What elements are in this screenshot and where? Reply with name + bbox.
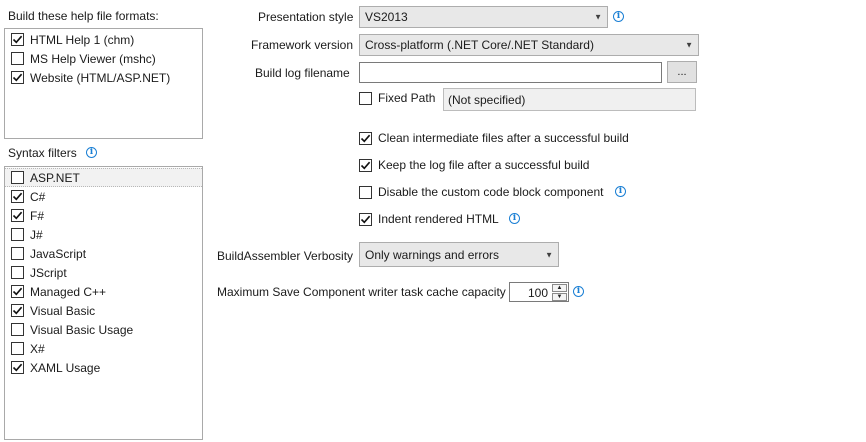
syntax-filter-item-label: J# <box>30 227 43 242</box>
formats-list[interactable]: HTML Help 1 (chm) MS Help Viewer (mshc) We… <box>4 28 203 139</box>
info-icon[interactable]: i <box>615 186 626 197</box>
checkbox-box[interactable] <box>11 71 24 84</box>
info-icon[interactable]: i <box>573 286 584 297</box>
presentation-style-label: Presentation style <box>258 10 354 24</box>
syntax-filter-item-label: X# <box>30 341 45 356</box>
spin-down-icon[interactable]: ▼ <box>552 293 567 301</box>
checkbox-box[interactable] <box>359 185 372 199</box>
fixed-path-value: (Not specified) <box>448 92 526 107</box>
syntax-filters-label: Syntax filters <box>8 146 77 160</box>
fixed-path-field: (Not specified) <box>443 88 696 111</box>
syntax-filter-item-label: Visual Basic <box>30 303 96 318</box>
checkbox-box[interactable] <box>359 131 372 145</box>
syntax-filters-list[interactable]: ASP.NET C# F# J# JavaScript JScript Managed C+… <box>4 166 203 440</box>
framework-version-label: Framework version <box>251 38 354 52</box>
syntax-filter-item[interactable]: ASP.NET <box>5 168 202 187</box>
verbosity-label: BuildAssembler Verbosity <box>217 249 354 263</box>
info-icon[interactable]: i <box>613 11 624 22</box>
info-icon[interactable]: i <box>509 213 520 224</box>
syntax-filter-item[interactable]: C# <box>5 187 202 206</box>
option-checkbox[interactable]: Keep the log file after a successful bui… <box>359 157 589 173</box>
format-item[interactable]: HTML Help 1 (chm) <box>5 30 202 49</box>
format-item-label: MS Help Viewer (mshc) <box>30 51 156 66</box>
syntax-filter-item-label: JScript <box>30 265 67 280</box>
checkbox-box[interactable] <box>11 171 24 184</box>
syntax-filter-item-label: XAML Usage <box>30 360 101 375</box>
syntax-filter-item[interactable]: Managed C++ <box>5 282 202 301</box>
syntax-filter-item[interactable]: XAML Usage <box>5 358 202 377</box>
checkbox-box[interactable] <box>359 158 372 172</box>
framework-version-select[interactable]: Cross-platform (.NET Core/.NET Standard)… <box>359 34 699 56</box>
checkbox-box[interactable] <box>11 247 24 260</box>
syntax-filter-item-label: C# <box>30 189 46 204</box>
syntax-filter-item[interactable]: J# <box>5 225 202 244</box>
browse-button[interactable]: ... <box>667 61 697 83</box>
option-label: Keep the log file after a successful bui… <box>378 158 590 172</box>
framework-version-value: Cross-platform (.NET Core/.NET Standard) <box>365 38 594 52</box>
build-log-input[interactable] <box>359 62 662 83</box>
presentation-style-select[interactable]: VS2013 ▼ <box>359 6 608 28</box>
syntax-filter-item-label: Managed C++ <box>30 284 107 299</box>
fixed-path-label: Fixed Path <box>378 91 436 105</box>
checkbox-box[interactable] <box>11 209 24 222</box>
option-label: Disable the custom code block component <box>378 185 604 199</box>
option-checkbox[interactable]: Indent rendered HTML <box>359 211 499 227</box>
checkbox-box[interactable] <box>11 33 24 46</box>
cache-capacity-stepper[interactable]: 100 ▲ ▼ <box>509 282 569 302</box>
format-item-label: Website (HTML/ASP.NET) <box>30 70 171 85</box>
syntax-filter-item[interactable]: X# <box>5 339 202 358</box>
syntax-filter-item-label: JavaScript <box>30 246 87 261</box>
format-item[interactable]: Website (HTML/ASP.NET) <box>5 68 202 87</box>
fixed-path-checkbox[interactable]: Fixed Path <box>359 90 435 106</box>
checkbox-box[interactable] <box>11 285 24 298</box>
syntax-filter-item[interactable]: F# <box>5 206 202 225</box>
checkbox-box[interactable] <box>11 323 24 336</box>
syntax-filter-item-label: Visual Basic Usage <box>30 322 134 337</box>
format-item[interactable]: MS Help Viewer (mshc) <box>5 49 202 68</box>
chevron-down-icon: ▼ <box>594 12 602 22</box>
verbosity-value: Only warnings and errors <box>365 247 500 262</box>
formats-label: Build these help file formats: <box>8 9 159 23</box>
verbosity-select[interactable]: Only warnings and errors ▼ <box>359 242 559 267</box>
option-checkbox[interactable]: Disable the custom code block component <box>359 184 603 200</box>
checkbox-box[interactable] <box>11 228 24 241</box>
syntax-filter-item[interactable]: JScript <box>5 263 202 282</box>
presentation-style-value: VS2013 <box>365 10 408 24</box>
checkbox-box[interactable] <box>11 361 24 374</box>
checkbox-box[interactable] <box>11 52 24 65</box>
checkbox-box[interactable] <box>11 190 24 203</box>
cache-capacity-label: Maximum Save Component writer task cache… <box>217 285 506 299</box>
syntax-filter-item[interactable]: JavaScript <box>5 244 202 263</box>
option-checkbox[interactable]: Clean intermediate files after a success… <box>359 130 629 146</box>
checkbox-box[interactable] <box>11 304 24 317</box>
syntax-filter-item[interactable]: Visual Basic Usage <box>5 320 202 339</box>
checkbox-box[interactable] <box>11 342 24 355</box>
syntax-filter-item[interactable]: Visual Basic <box>5 301 202 320</box>
syntax-filter-item-label: ASP.NET <box>30 170 80 185</box>
option-label: Indent rendered HTML <box>378 212 499 226</box>
checkbox-box[interactable] <box>11 266 24 279</box>
format-item-label: HTML Help 1 (chm) <box>30 32 135 47</box>
syntax-filter-item-label: F# <box>30 208 45 223</box>
spin-up-icon[interactable]: ▲ <box>552 284 567 292</box>
chevron-down-icon: ▼ <box>685 40 693 50</box>
build-log-label: Build log filename <box>255 66 350 80</box>
checkbox-box[interactable] <box>359 212 372 226</box>
chevron-down-icon: ▼ <box>545 250 553 259</box>
option-label: Clean intermediate files after a success… <box>378 131 629 145</box>
cache-capacity-value[interactable]: 100 <box>528 285 548 301</box>
checkbox-box[interactable] <box>359 91 372 105</box>
info-icon[interactable]: i <box>86 147 97 158</box>
